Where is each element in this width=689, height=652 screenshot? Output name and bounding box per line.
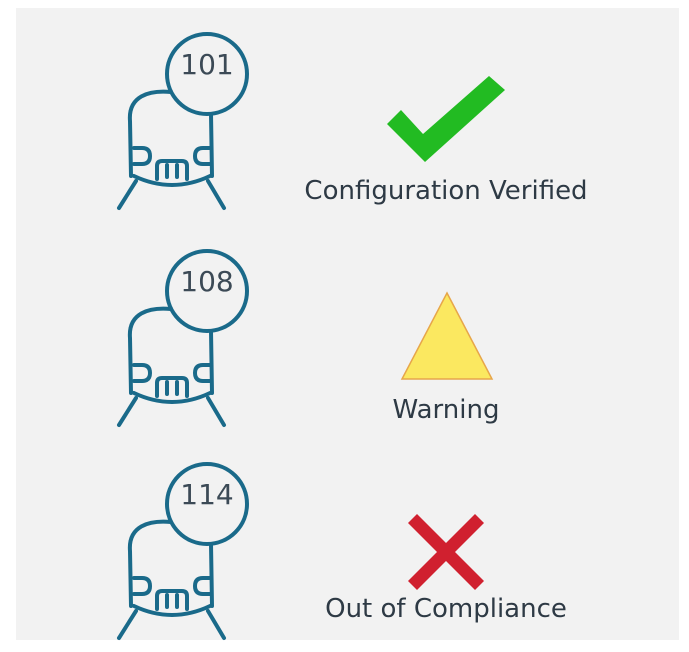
status-row-114: 114 Out of Compliance <box>16 438 679 648</box>
check-icon <box>387 76 505 162</box>
status-label: Warning <box>392 395 500 425</box>
train-number-badge: 101 <box>180 48 234 81</box>
status-row-101: 101 Configuration Verified <box>16 8 679 218</box>
train-number-badge: 108 <box>180 265 234 298</box>
status-label: Configuration Verified <box>304 176 588 206</box>
train-number-badge: 114 <box>180 478 234 511</box>
status-row-108: 108 Warning <box>16 225 679 435</box>
warning-triangle-icon <box>400 291 494 380</box>
train-icon <box>117 462 249 640</box>
train-icon <box>117 32 249 210</box>
status-panel: 101 Configuration Verified 108 Warning 1… <box>16 8 679 640</box>
train-icon <box>117 249 249 427</box>
x-mark-icon <box>408 514 484 590</box>
status-label: Out of Compliance <box>325 594 567 624</box>
